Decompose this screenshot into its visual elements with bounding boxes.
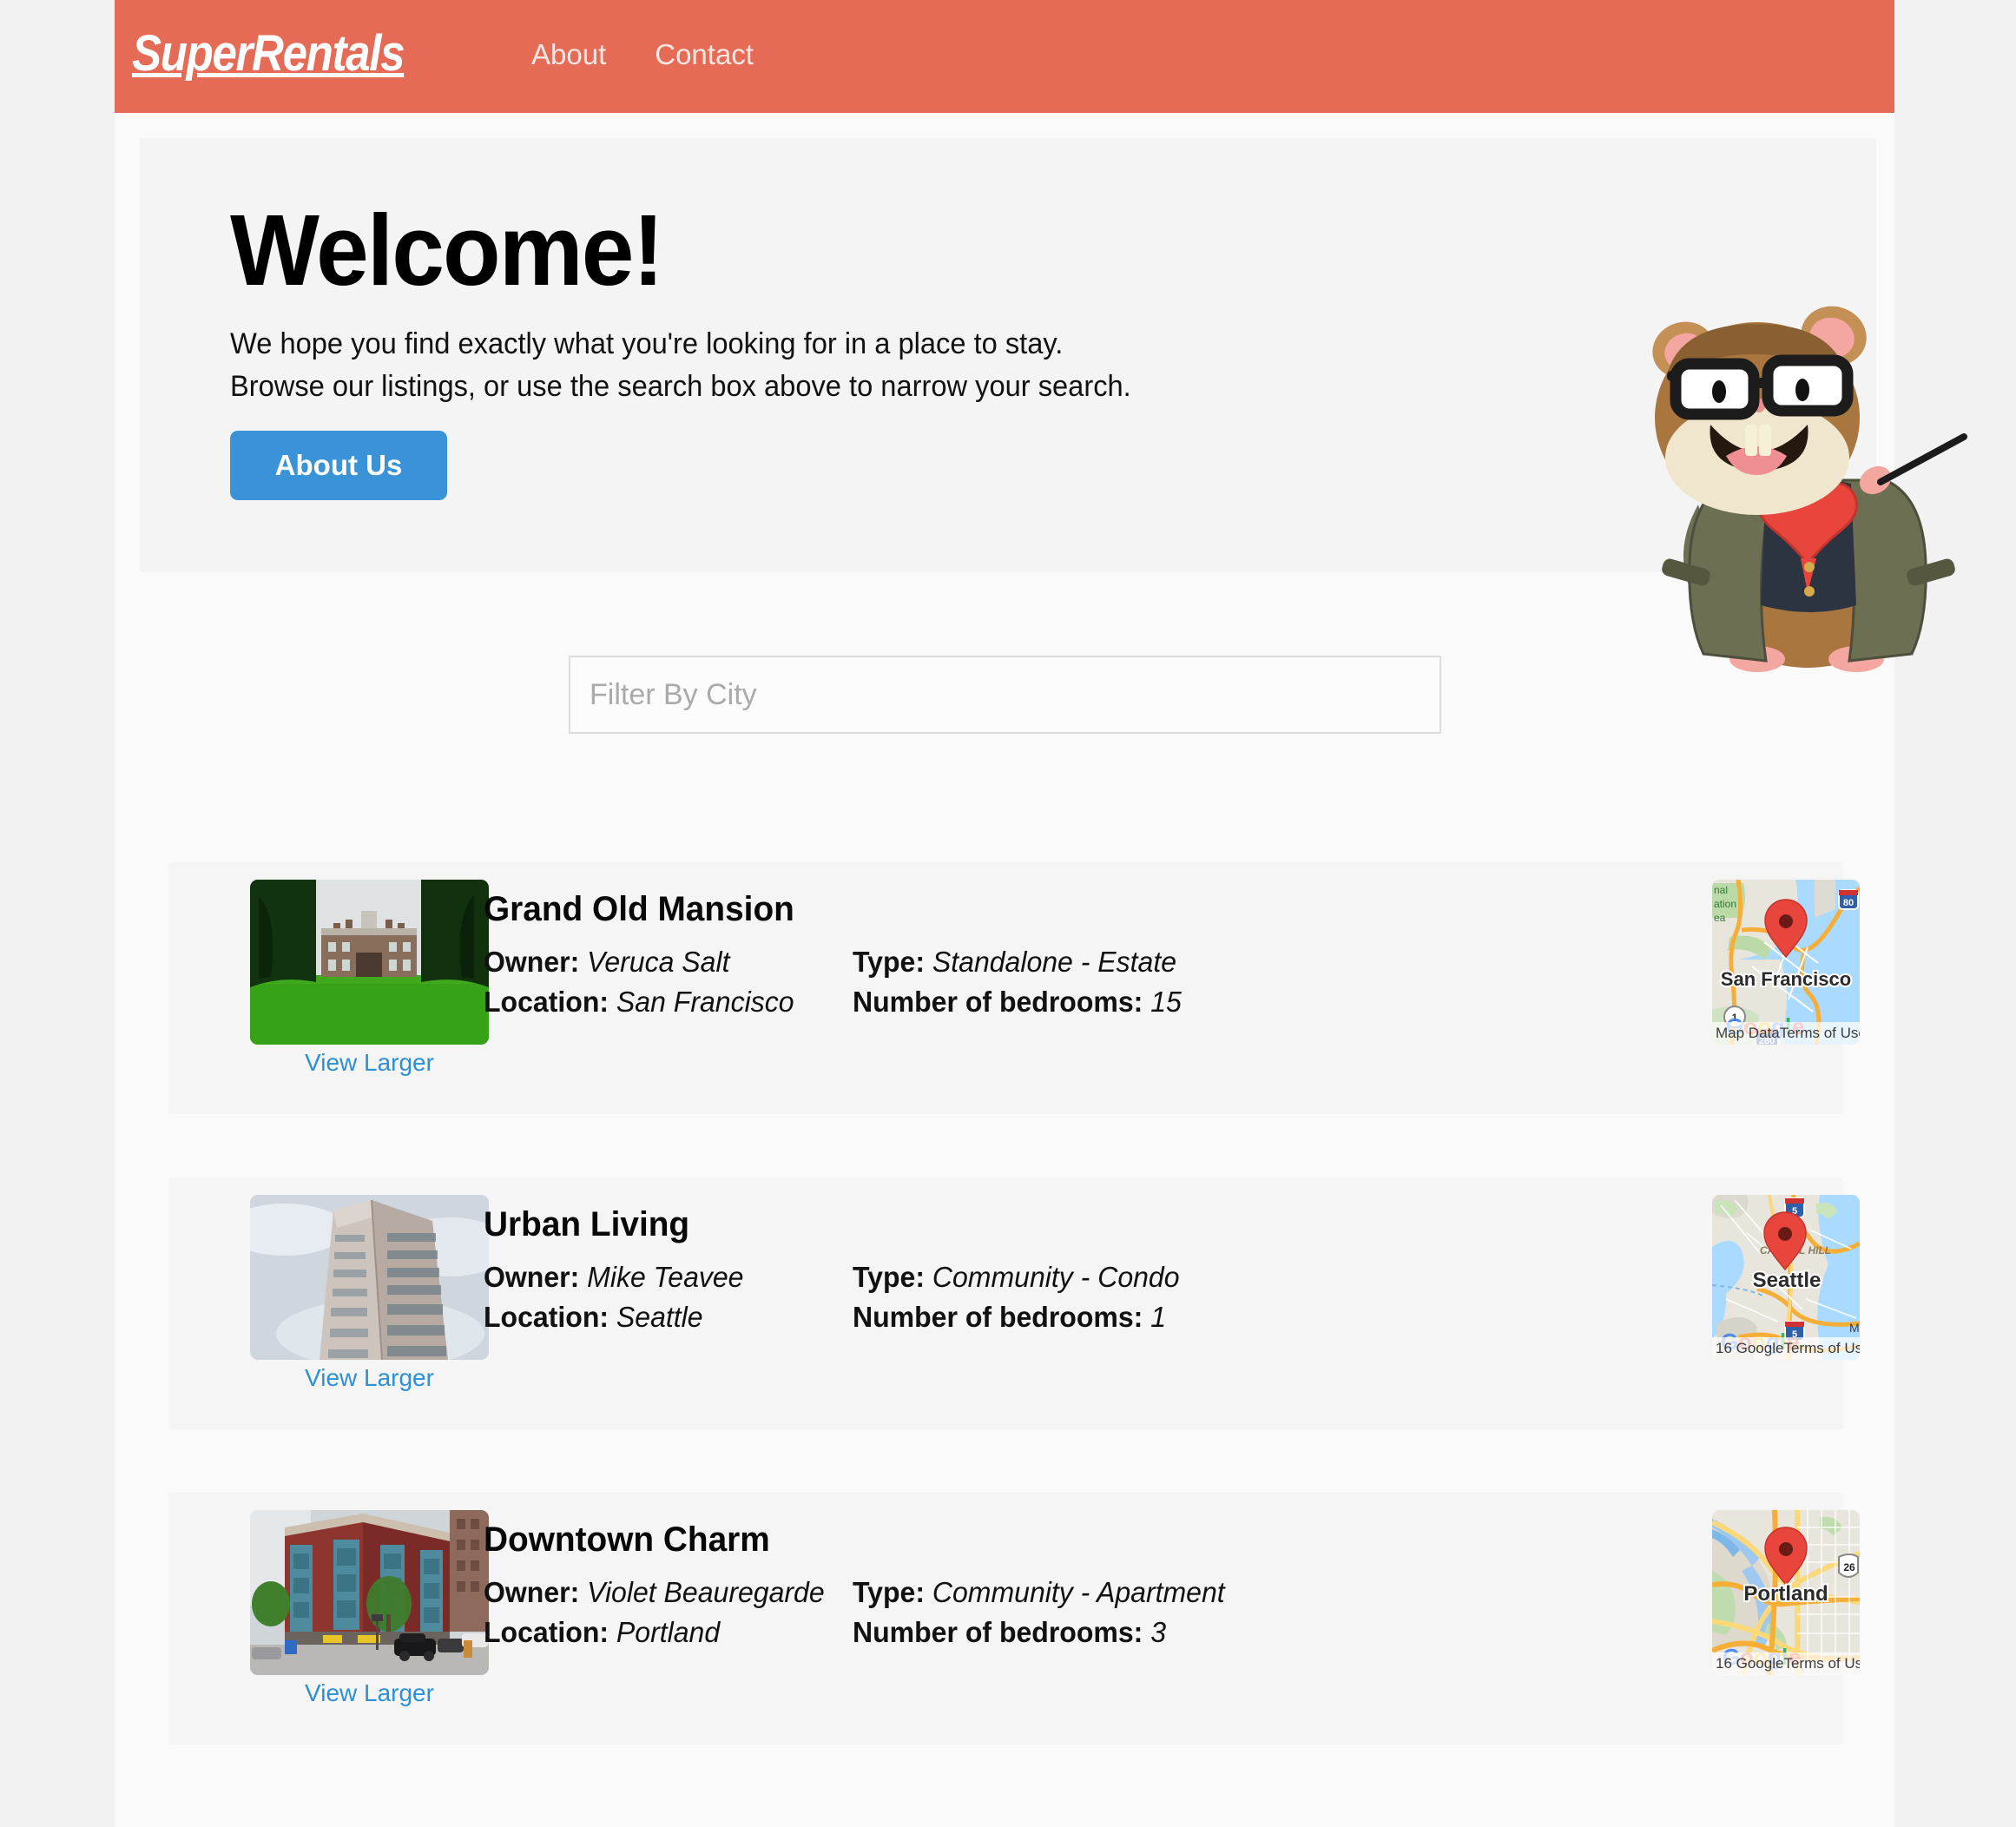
bedrooms-value: 1 <box>1150 1301 1167 1333</box>
listing-type: Type: Standalone - Estate <box>853 946 1176 979</box>
nav-link-about[interactable]: About <box>531 38 606 71</box>
listing-bedrooms: Number of bedrooms: 15 <box>853 986 1182 1019</box>
view-larger-link[interactable]: View Larger <box>250 1049 489 1077</box>
svg-text:ation: ation <box>1714 898 1736 910</box>
welcome-text: We hope you find exactly what you're loo… <box>230 323 1131 408</box>
listing-image-container: View Larger <box>250 1510 489 1707</box>
listing-item[interactable]: View Larger Urban Living Owner: Mike Tea… <box>169 1177 1860 1429</box>
urban-high-rise-photo[interactable] <box>250 1195 489 1360</box>
owner-label: Owner: <box>484 1261 580 1293</box>
listing-item[interactable]: View Larger Downtown Charm Owner: Violet… <box>169 1493 1860 1745</box>
type-label: Type: <box>853 946 925 978</box>
terms-of-use-link[interactable]: Terms of Use <box>1780 1025 1860 1042</box>
listing-owner: Owner: Violet Beauregarde <box>484 1576 825 1609</box>
grand-old-mansion-photo[interactable] <box>250 880 489 1045</box>
svg-text:26: 26 <box>1843 1561 1855 1573</box>
svg-text:Portland: Portland <box>1743 1582 1828 1606</box>
owner-value: Violet Beauregarde <box>587 1576 825 1608</box>
location-value: Seattle <box>616 1301 703 1333</box>
listing-title: Urban Living <box>484 1205 690 1243</box>
bedrooms-value: 3 <box>1150 1616 1167 1648</box>
map-attribution: 16 Google Terms of Use <box>1712 1337 1860 1360</box>
bedrooms-label: Number of bedrooms: <box>853 986 1143 1018</box>
location-label: Location: <box>484 1616 609 1648</box>
listing-type: Type: Community - Apartment <box>853 1576 1225 1609</box>
location-value: Portland <box>616 1616 721 1648</box>
owner-label: Owner: <box>484 1576 580 1608</box>
map-thumbnail[interactable]: 80 1 280 nal ation ea G o <box>1712 880 1860 1045</box>
map-attribution: 16 Google Terms of Use <box>1712 1652 1860 1675</box>
listing-image-container: View Larger <box>250 880 489 1077</box>
map-thumbnail[interactable]: 26 G o o g l e Portland 16 Google T <box>1712 1510 1860 1675</box>
listing-owner: Owner: Veruca Salt <box>484 946 729 979</box>
welcome-text-line-2: Browse our listings, or use the search b… <box>230 370 1131 403</box>
map-data-link[interactable]: 16 Google <box>1716 1655 1783 1672</box>
filter-by-city-container <box>569 656 1441 734</box>
listing-image-container: View Larger <box>250 1195 489 1392</box>
type-value: Community - Apartment <box>932 1576 1225 1608</box>
jumbotron: Welcome! We hope you find exactly what y… <box>140 138 1967 672</box>
svg-text:San Francisco: San Francisco <box>1721 968 1851 990</box>
location-label: Location: <box>484 1301 609 1333</box>
terms-of-use-link[interactable]: Terms of Use <box>1783 1340 1860 1357</box>
terms-of-use-link[interactable]: Terms of Use <box>1783 1655 1860 1672</box>
listing-title: Downtown Charm <box>484 1520 770 1559</box>
owner-label: Owner: <box>484 946 580 978</box>
type-value: Standalone - Estate <box>932 946 1177 978</box>
downtown-brick-apartment-photo[interactable] <box>250 1510 489 1675</box>
svg-text:ea: ea <box>1714 912 1726 924</box>
map-thumbnail[interactable]: 5 5 CAPITOL HILL Me G o o g l e <box>1712 1195 1860 1360</box>
page-root: SuperRentals About Contact Welcome! We h… <box>0 0 2016 1827</box>
about-us-button[interactable]: About Us <box>230 431 447 500</box>
nav-link-contact[interactable]: Contact <box>655 38 754 71</box>
map-data-link[interactable]: 16 Google <box>1716 1340 1783 1357</box>
bedrooms-label: Number of bedrooms: <box>853 1301 1143 1333</box>
brand-logo[interactable]: SuperRentals <box>132 24 405 82</box>
type-label: Type: <box>853 1261 925 1293</box>
svg-text:Seattle: Seattle <box>1753 1269 1822 1292</box>
listing-location: Location: San Francisco <box>484 986 794 1019</box>
listing-location: Location: Portland <box>484 1616 720 1649</box>
bedrooms-label: Number of bedrooms: <box>853 1616 1143 1648</box>
listing-bedrooms: Number of bedrooms: 1 <box>853 1301 1166 1334</box>
svg-text:80: 80 <box>1843 898 1854 908</box>
view-larger-link[interactable]: View Larger <box>250 1364 489 1392</box>
tomster-mascot-icon <box>1636 287 1983 691</box>
listing-location: Location: Seattle <box>484 1301 703 1334</box>
type-label: Type: <box>853 1576 925 1608</box>
svg-text:Me: Me <box>1849 1321 1860 1335</box>
map-data-link[interactable]: Map Data <box>1716 1025 1780 1042</box>
listing-owner: Owner: Mike Teavee <box>484 1261 743 1294</box>
location-value: San Francisco <box>616 986 794 1018</box>
site-header: SuperRentals About Contact <box>115 0 1894 113</box>
type-value: Community - Condo <box>932 1261 1180 1293</box>
bedrooms-value: 15 <box>1150 986 1182 1018</box>
svg-text:nal: nal <box>1714 884 1728 896</box>
location-label: Location: <box>484 986 609 1018</box>
page-title: Welcome! <box>230 194 664 307</box>
owner-value: Mike Teavee <box>587 1261 744 1293</box>
search-input[interactable] <box>569 656 1441 734</box>
map-attribution: Map Data Terms of Use <box>1712 1022 1860 1045</box>
listing-type: Type: Community - Condo <box>853 1261 1180 1294</box>
view-larger-link[interactable]: View Larger <box>250 1679 489 1707</box>
owner-value: Veruca Salt <box>587 946 730 978</box>
listing-item[interactable]: View Larger Grand Old Mansion Owner: Ver… <box>169 862 1860 1114</box>
main-nav: About Contact <box>531 38 754 71</box>
welcome-text-line-1: We hope you find exactly what you're loo… <box>230 327 1064 360</box>
listing-bedrooms: Number of bedrooms: 3 <box>853 1616 1166 1649</box>
listing-title: Grand Old Mansion <box>484 890 794 928</box>
